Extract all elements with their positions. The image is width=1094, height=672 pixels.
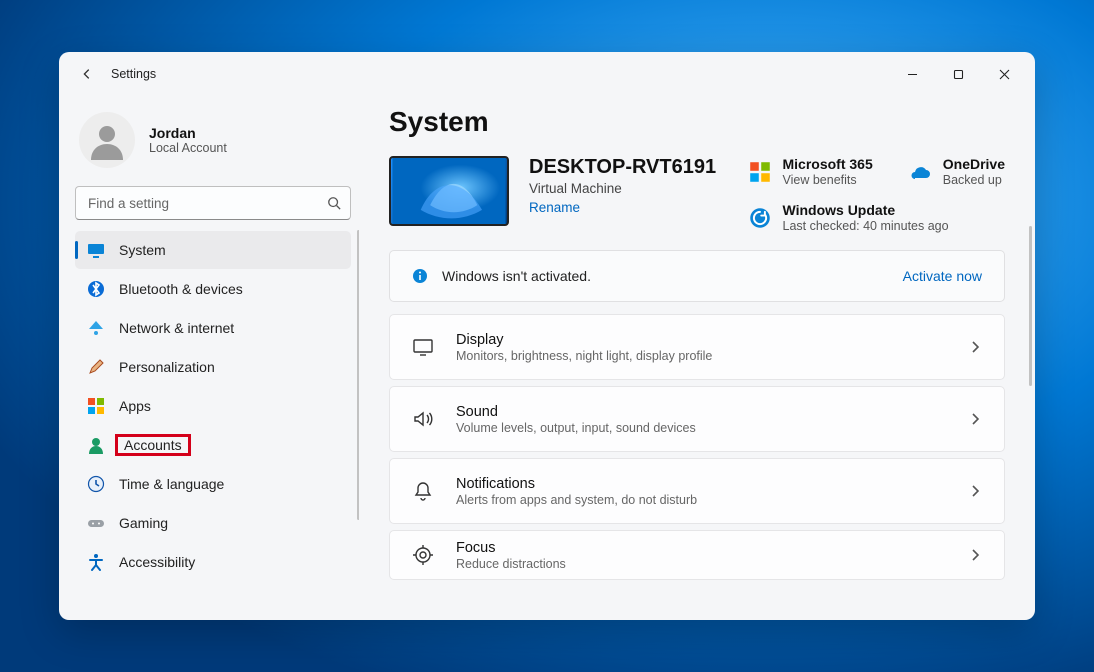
clock-icon bbox=[87, 475, 105, 493]
gamepad-icon bbox=[87, 514, 105, 532]
accessibility-icon bbox=[87, 553, 105, 571]
page-title: System bbox=[389, 106, 1005, 138]
onedrive-icon bbox=[909, 161, 931, 183]
row-focus[interactable]: FocusReduce distractions bbox=[389, 530, 1005, 580]
search-input[interactable] bbox=[75, 186, 351, 220]
main-scrollbar[interactable] bbox=[1029, 226, 1032, 386]
avatar bbox=[79, 112, 135, 168]
settings-window: Settings Jordan Local Account bbox=[59, 52, 1035, 620]
focus-icon bbox=[412, 544, 434, 566]
back-button[interactable] bbox=[77, 64, 97, 84]
device-type: Virtual Machine bbox=[529, 181, 716, 196]
row-notifications[interactable]: NotificationsAlerts from apps and system… bbox=[389, 458, 1005, 524]
main-panel: System DESKTOP-RVT6191 Virtual Machine R… bbox=[359, 96, 1035, 620]
apps-icon bbox=[87, 397, 105, 415]
chevron-right-icon bbox=[968, 548, 982, 562]
bluetooth-icon bbox=[87, 280, 105, 298]
sidebar-item-time[interactable]: Time & language bbox=[75, 465, 351, 503]
sound-icon bbox=[412, 408, 434, 430]
nav: System Bluetooth & devices Network & int… bbox=[75, 230, 359, 620]
device-info: DESKTOP-RVT6191 Virtual Machine Rename bbox=[529, 156, 716, 215]
window-title: Settings bbox=[111, 67, 156, 81]
sidebar-item-accessibility[interactable]: Accessibility bbox=[75, 543, 351, 581]
maximize-button[interactable] bbox=[935, 58, 981, 90]
tile-onedrive[interactable]: OneDriveBacked up bbox=[909, 156, 1005, 188]
sidebar-item-accounts[interactable]: Accounts bbox=[75, 426, 351, 464]
sidebar-item-gaming[interactable]: Gaming bbox=[75, 504, 351, 542]
activate-link[interactable]: Activate now bbox=[903, 268, 982, 284]
search-icon bbox=[327, 196, 341, 210]
rename-link[interactable]: Rename bbox=[529, 200, 716, 215]
bell-icon bbox=[412, 480, 434, 502]
sidebar-item-label: Bluetooth & devices bbox=[119, 281, 243, 297]
sidebar-item-label: Gaming bbox=[119, 515, 168, 531]
chevron-right-icon bbox=[968, 484, 982, 498]
microsoft-icon bbox=[749, 161, 771, 183]
tile-windows-update[interactable]: Windows UpdateLast checked: 40 minutes a… bbox=[749, 202, 1006, 234]
profile-block[interactable]: Jordan Local Account bbox=[75, 98, 359, 178]
brush-icon bbox=[87, 358, 105, 376]
close-button[interactable] bbox=[981, 58, 1027, 90]
row-sound[interactable]: SoundVolume levels, output, input, sound… bbox=[389, 386, 1005, 452]
search-box[interactable] bbox=[75, 186, 351, 220]
sidebar-item-label: Time & language bbox=[119, 476, 224, 492]
update-icon bbox=[749, 207, 771, 229]
sidebar-item-label: Apps bbox=[119, 398, 151, 414]
chevron-right-icon bbox=[968, 340, 982, 354]
system-hero: DESKTOP-RVT6191 Virtual Machine Rename M… bbox=[389, 156, 1005, 234]
titlebar: Settings bbox=[59, 52, 1035, 96]
sidebar-item-label: Network & internet bbox=[119, 320, 234, 336]
sidebar-item-bluetooth[interactable]: Bluetooth & devices bbox=[75, 270, 351, 308]
sidebar: Jordan Local Account System Blue bbox=[59, 96, 359, 620]
activation-text: Windows isn't activated. bbox=[442, 268, 591, 284]
sidebar-item-system[interactable]: System bbox=[75, 231, 351, 269]
profile-sub: Local Account bbox=[149, 141, 227, 155]
sidebar-item-label: Accounts bbox=[115, 434, 191, 456]
chevron-right-icon bbox=[968, 412, 982, 426]
system-icon bbox=[87, 241, 105, 259]
wifi-icon bbox=[87, 319, 105, 337]
row-display[interactable]: DisplayMonitors, brightness, night light… bbox=[389, 314, 1005, 380]
activation-banner: Windows isn't activated. Activate now bbox=[389, 250, 1005, 302]
sidebar-item-apps[interactable]: Apps bbox=[75, 387, 351, 425]
sidebar-item-label: Personalization bbox=[119, 359, 215, 375]
info-icon bbox=[412, 268, 428, 284]
profile-name: Jordan bbox=[149, 125, 227, 141]
device-name: DESKTOP-RVT6191 bbox=[529, 156, 716, 179]
minimize-button[interactable] bbox=[889, 58, 935, 90]
tile-microsoft365[interactable]: Microsoft 365View benefits bbox=[749, 156, 873, 188]
accounts-icon bbox=[87, 436, 105, 454]
desktop-thumbnail[interactable] bbox=[389, 156, 509, 226]
sidebar-item-label: System bbox=[119, 242, 166, 258]
sidebar-item-network[interactable]: Network & internet bbox=[75, 309, 351, 347]
sidebar-item-label: Accessibility bbox=[119, 554, 195, 570]
display-icon bbox=[412, 336, 434, 358]
sidebar-item-personalization[interactable]: Personalization bbox=[75, 348, 351, 386]
